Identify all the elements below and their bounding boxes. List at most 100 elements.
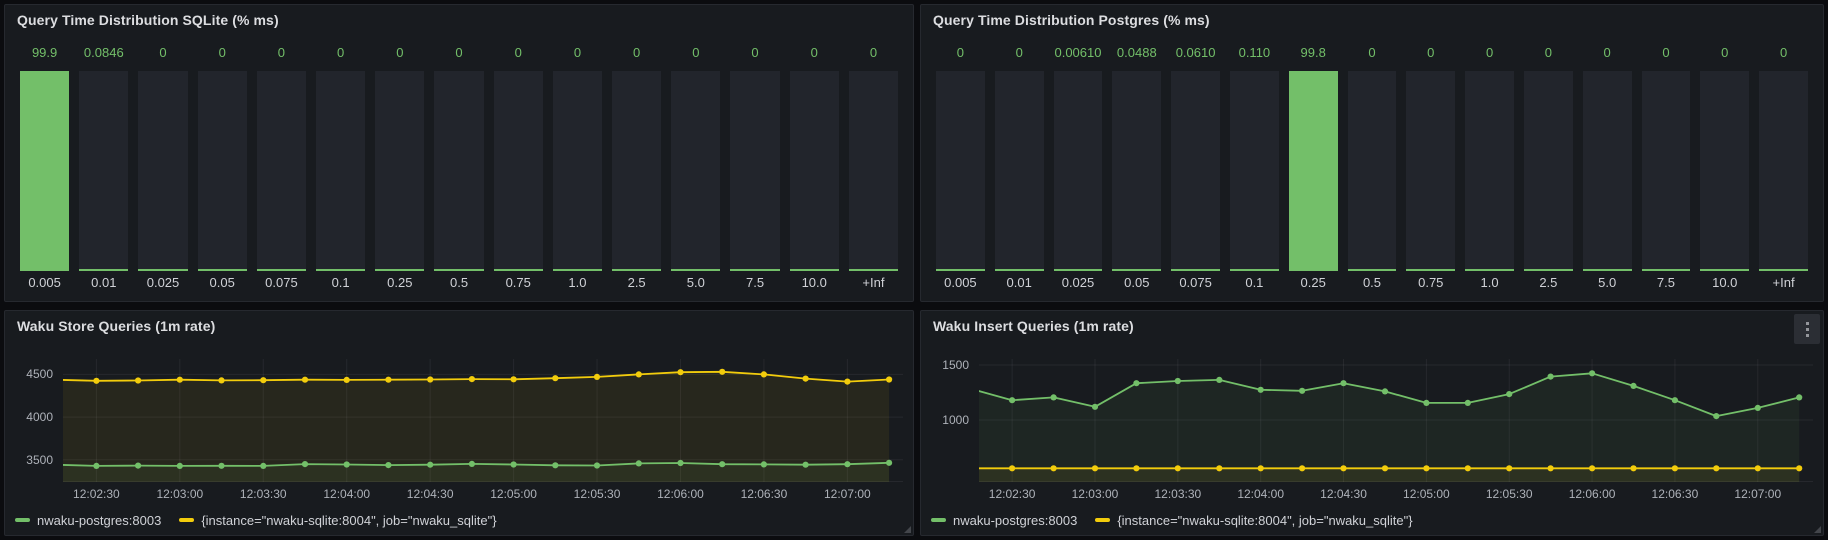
histogram-tick-label: 10.0 xyxy=(785,275,844,293)
histogram-bars[interactable] xyxy=(15,71,903,271)
bar-value-label: 0 xyxy=(725,45,784,65)
bar-fill xyxy=(1054,269,1103,271)
panel-header[interactable]: Query Time Distribution SQLite (% ms) xyxy=(5,5,913,35)
x-axis-label: 12:06:00 xyxy=(1556,487,1628,501)
data-point xyxy=(1672,465,1678,471)
bar-fill xyxy=(730,269,779,271)
bar-fill xyxy=(434,269,483,271)
y-axis-label: 4000 xyxy=(5,410,53,424)
legend-item[interactable]: {instance="nwaku-sqlite:8004", job="nwak… xyxy=(179,513,496,528)
kebab-menu-icon[interactable] xyxy=(1794,314,1820,344)
data-point xyxy=(302,377,308,383)
data-point xyxy=(1713,413,1719,419)
x-axis-label: 12:04:00 xyxy=(311,487,383,501)
bar-fill xyxy=(79,269,128,271)
bar-fill xyxy=(1406,269,1455,271)
bar-fill xyxy=(1759,269,1808,271)
data-point xyxy=(1340,380,1346,386)
histogram-tick-label: 0.075 xyxy=(1166,275,1225,293)
histogram-tick-label: 2.5 xyxy=(1519,275,1578,293)
legend-label: nwaku-postgres:8003 xyxy=(37,513,161,528)
bar-value-label: 0 xyxy=(844,45,903,65)
legend-item[interactable]: nwaku-postgres:8003 xyxy=(931,513,1077,528)
bar-fill xyxy=(936,269,985,271)
bar-fill xyxy=(1112,269,1161,271)
data-point xyxy=(803,376,809,382)
data-point xyxy=(1258,465,1264,471)
histogram-bar xyxy=(198,71,247,271)
y-axis-label: 1500 xyxy=(921,358,969,372)
bar-value-label: 0 xyxy=(990,45,1049,65)
panel-title[interactable]: Waku Store Queries (1m rate) xyxy=(17,318,215,334)
data-point xyxy=(344,377,350,383)
panel-waku-insert-queries: Waku Insert Queries (1m rate) nwaku-post… xyxy=(920,310,1824,536)
histogram-tick-label: 5.0 xyxy=(1578,275,1637,293)
data-point xyxy=(135,463,141,469)
x-axis-label: 12:02:30 xyxy=(976,487,1048,501)
histogram-tick-label: 0.75 xyxy=(489,275,548,293)
bar-value-label: 0 xyxy=(1754,45,1813,65)
histogram-tick-label: 0.75 xyxy=(1401,275,1460,293)
bar-fill xyxy=(1583,269,1632,271)
data-point xyxy=(302,461,308,467)
data-point xyxy=(677,369,683,375)
data-point xyxy=(636,371,642,377)
data-point xyxy=(594,462,600,468)
panel-header[interactable]: Query Time Distribution Postgres (% ms) xyxy=(921,5,1823,35)
line-chart[interactable] xyxy=(979,359,1813,482)
histogram-bar xyxy=(138,71,187,271)
resize-handle-icon[interactable] xyxy=(904,526,911,533)
x-axis-label: 12:03:00 xyxy=(144,487,216,501)
data-point xyxy=(1133,380,1139,386)
x-axis-label: 12:06:30 xyxy=(1639,487,1711,501)
legend-swatch-icon xyxy=(931,518,946,522)
histogram-values-row: 99.90.08460000000000000 xyxy=(15,45,903,65)
bar-fill xyxy=(198,269,247,271)
histogram-bar xyxy=(434,71,483,271)
data-point xyxy=(1713,465,1719,471)
bar-fill xyxy=(671,269,720,271)
panel-title[interactable]: Waku Insert Queries (1m rate) xyxy=(933,318,1134,334)
data-point xyxy=(886,376,892,382)
histogram-bar xyxy=(1348,71,1397,271)
bar-value-label: 0 xyxy=(1695,45,1754,65)
histogram-tick-label: 7.5 xyxy=(725,275,784,293)
bar-fill xyxy=(1289,71,1338,271)
data-point xyxy=(761,461,767,467)
line-chart[interactable] xyxy=(63,359,903,482)
data-point xyxy=(1092,404,1098,410)
legend-swatch-icon xyxy=(179,518,194,522)
panel-header[interactable]: Waku Store Queries (1m rate) xyxy=(5,311,913,341)
histogram-tick-label: 2.5 xyxy=(607,275,666,293)
x-axis-label: 12:07:00 xyxy=(811,487,883,501)
panel-header[interactable]: Waku Insert Queries (1m rate) xyxy=(921,311,1823,341)
line-chart-plot[interactable] xyxy=(63,359,903,482)
bar-value-label: 0 xyxy=(666,45,725,65)
data-point xyxy=(511,376,517,382)
legend-item[interactable]: nwaku-postgres:8003 xyxy=(15,513,161,528)
legend: nwaku-postgres:8003 {instance="nwaku-sqli… xyxy=(931,510,1413,530)
panel-title[interactable]: Query Time Distribution Postgres (% ms) xyxy=(933,12,1210,28)
bar-value-label: 0 xyxy=(785,45,844,65)
data-point xyxy=(803,462,809,468)
histogram-tick-label: 1.0 xyxy=(548,275,607,293)
resize-handle-icon[interactable] xyxy=(1814,526,1821,533)
data-point xyxy=(636,460,642,466)
legend-item[interactable]: {instance="nwaku-sqlite:8004", job="nwak… xyxy=(1095,513,1412,528)
histogram-bar xyxy=(1112,71,1161,271)
data-point xyxy=(1092,465,1098,471)
bar-value-label: 0 xyxy=(311,45,370,65)
panel-title[interactable]: Query Time Distribution SQLite (% ms) xyxy=(17,12,279,28)
histogram-tick-label: 0.01 xyxy=(990,275,1049,293)
bar-value-label: 0 xyxy=(548,45,607,65)
bar-value-label: 0 xyxy=(1460,45,1519,65)
histogram-bars[interactable] xyxy=(931,71,1813,271)
bar-value-label: 0 xyxy=(1578,45,1637,65)
histogram-bar xyxy=(1465,71,1514,271)
bar-fill xyxy=(20,71,69,271)
panel-query-time-sqlite: Query Time Distribution SQLite (% ms) 99… xyxy=(4,4,914,302)
histogram-bar xyxy=(316,71,365,271)
line-chart-plot[interactable] xyxy=(979,359,1813,482)
data-point xyxy=(260,463,266,469)
data-point xyxy=(1672,397,1678,403)
